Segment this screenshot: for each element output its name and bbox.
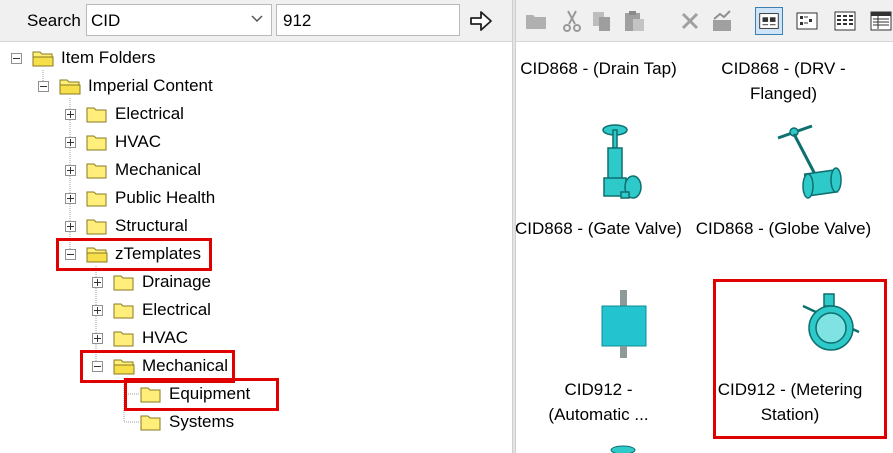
tree-label: Imperial Content — [88, 76, 213, 95]
folder-icon — [113, 275, 134, 291]
folder-icon — [86, 135, 107, 151]
tree-item-electrical[interactable]: Electrical — [0, 101, 300, 129]
expand-toggle[interactable] — [92, 305, 103, 316]
tree-label: Systems — [169, 412, 235, 431]
tree-label: Item Folders — [61, 48, 156, 67]
tree-item-imperial-content[interactable]: Imperial Content — [0, 73, 300, 101]
left-pane: Search CID 912 Item Folders Imperial Con… — [0, 0, 512, 453]
large-icons-view-icon[interactable] — [755, 7, 783, 35]
chevron-down-icon — [251, 15, 263, 23]
folder-icon — [113, 331, 134, 347]
item-label: CID868 - (DRV - Flanged) — [721, 59, 846, 103]
small-icons-view-icon[interactable] — [793, 7, 821, 35]
tree-item-drainage[interactable]: Drainage — [0, 269, 300, 297]
expand-toggle[interactable] — [65, 165, 76, 176]
folder-icon — [86, 163, 107, 179]
item-globe-valve[interactable]: CID868 - (Globe Valve) — [691, 216, 876, 241]
tree-item-systems[interactable]: Systems — [0, 409, 300, 437]
item-label: CID868 - (Gate Valve) — [516, 219, 682, 238]
tree-label: Structural — [115, 216, 188, 235]
tree-item-public-health[interactable]: Public Health — [0, 185, 300, 213]
folder-open-icon — [32, 51, 54, 67]
folder-icon — [113, 303, 134, 319]
tree-label: Drainage — [142, 272, 211, 291]
expand-toggle[interactable] — [65, 109, 76, 120]
expand-toggle[interactable] — [65, 193, 76, 204]
tree-item-mechanical[interactable]: Mechanical — [0, 157, 300, 185]
paste-icon[interactable] — [620, 7, 648, 35]
search-input[interactable]: 912 — [276, 4, 460, 36]
tree-item-structural[interactable]: Structural — [0, 213, 300, 241]
tree-label: Electrical — [115, 104, 184, 123]
folder-icon — [86, 219, 107, 235]
cut-icon[interactable] — [558, 7, 586, 35]
tree-label: Electrical — [142, 300, 211, 319]
chart-icon[interactable] — [708, 7, 736, 35]
partial-item-icon — [610, 445, 636, 453]
collapse-toggle[interactable] — [38, 81, 49, 92]
delete-icon[interactable] — [676, 7, 704, 35]
item-gate-valve[interactable]: CID868 - (Gate Valve) — [516, 216, 691, 241]
folder-icon — [140, 415, 161, 431]
tree-label: Mechanical — [115, 160, 201, 179]
search-label: Search — [27, 11, 81, 30]
tree-item-ztemplates-hvac[interactable]: HVAC — [0, 325, 300, 353]
item-label: CID868 - (Globe Valve) — [695, 219, 872, 238]
list-view-icon[interactable] — [831, 7, 859, 35]
item-drv-flanged[interactable]: CID868 - (DRV - Flanged) — [691, 56, 876, 106]
details-view-icon[interactable] — [867, 7, 893, 35]
folder-icon — [86, 191, 107, 207]
item-label: CID868 - (Drain Tap) — [520, 59, 677, 78]
item-automatic[interactable]: CID912 - (Automatic ... — [516, 377, 691, 427]
folder-icon[interactable] — [522, 7, 550, 35]
globe-valve-icon — [777, 124, 842, 199]
toolbar — [516, 0, 893, 42]
copy-icon[interactable] — [588, 7, 616, 35]
highlight-box — [56, 238, 212, 271]
highlight-box — [713, 279, 887, 439]
automatic-device-icon — [601, 290, 647, 358]
search-query-value: 912 — [283, 11, 312, 30]
search-bar: Search CID 912 — [0, 0, 512, 42]
folder-open-icon — [59, 79, 81, 95]
tree-label: Public Health — [115, 188, 216, 207]
highlight-box — [124, 378, 279, 411]
right-pane: CID868 - (Drain Tap) CID868 - (DRV - Fla… — [516, 0, 893, 453]
expand-toggle[interactable] — [92, 277, 103, 288]
item-drain-tap[interactable]: CID868 - (Drain Tap) — [516, 56, 691, 81]
tree-item-folders[interactable]: Item Folders — [0, 45, 300, 73]
item-label: CID912 - (Automatic ... — [548, 380, 649, 424]
tree-label: HVAC — [142, 328, 188, 347]
expand-toggle[interactable] — [92, 333, 103, 344]
collapse-toggle[interactable] — [11, 53, 22, 64]
search-field-value: CID — [91, 11, 121, 30]
expand-toggle[interactable] — [65, 221, 76, 232]
gate-valve-icon — [602, 124, 642, 199]
folder-icon — [86, 107, 107, 123]
tree-item-ztemplates-electrical[interactable]: Electrical — [0, 297, 300, 325]
search-field-dropdown[interactable]: CID — [86, 4, 272, 36]
tree-label: HVAC — [115, 132, 161, 151]
go-arrow-icon[interactable] — [466, 7, 496, 35]
expand-toggle[interactable] — [65, 137, 76, 148]
tree-item-hvac[interactable]: HVAC — [0, 129, 300, 157]
